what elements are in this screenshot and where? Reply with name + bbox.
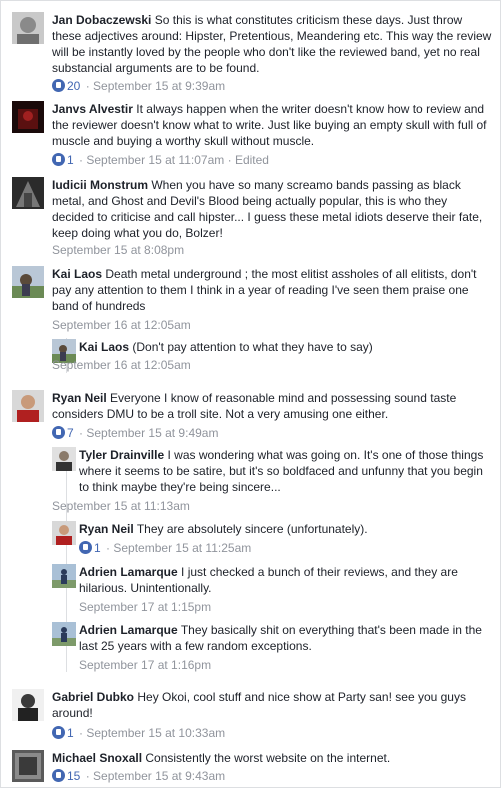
edited-label[interactable]: Edited [235,153,269,167]
avatar[interactable] [52,564,76,588]
like-count[interactable]: 1 [94,541,101,555]
author-name[interactable]: Adrien Lamarque [79,565,178,579]
author-name[interactable]: Adrien Lamarque [79,623,178,637]
timestamp[interactable]: September 17 at 1:15pm [79,600,211,614]
comment-text: They are absolutely sincere (unfortunate… [136,522,368,536]
comment-body: Gabriel Dubko Hey Okoi, cool stuff and n… [52,689,492,721]
avatar[interactable] [52,622,76,646]
comment-meta: 15 · September 15 at 9:43am [52,768,225,784]
timestamp[interactable]: September 16 at 12:05am [52,358,191,372]
comment-body: Michael Snoxall Consistently the worst w… [52,750,492,766]
author-name[interactable]: Kai Laos [79,340,129,354]
author-name[interactable]: Michael Snoxall [52,751,142,765]
avatar[interactable] [12,177,44,209]
avatar[interactable] [52,447,76,471]
comment-body: Adrien Lamarque They basically shit on e… [79,622,492,654]
comment-body: Tyler Drainville I was wondering what wa… [79,447,492,495]
comment-meta: 7 · September 15 at 9:49am [52,425,218,441]
timestamp[interactable]: September 15 at 11:13am [52,499,190,513]
author-name[interactable]: Kai Laos [52,267,102,281]
comment-text: (Don't pay attention to what they have t… [132,340,373,354]
reply: Kai Laos (Don't pay attention to what th… [52,339,492,373]
like-icon [52,426,65,439]
comment-body: Janvs Alvestir It always happen when the… [52,101,492,149]
comment-meta: September 17 at 1:15pm [79,599,211,615]
avatar[interactable] [52,521,76,545]
like-icon [52,726,65,739]
comment: Iudicii Monstrum When you have so many s… [12,177,492,259]
comment-meta: 1 · September 15 at 11:07am · Edited [52,152,269,168]
reply: Adrien Lamarque They basically shit on e… [52,622,492,672]
comment: Gabriel Dubko Hey Okoi, cool stuff and n… [12,689,492,741]
comment-meta: September 17 at 1:16pm [79,657,211,673]
reply: Adrien Lamarque I just checked a bunch o… [52,564,492,614]
comment-text: Death metal underground ; the most eliti… [52,267,477,313]
author-name[interactable]: Ryan Neil [79,522,134,536]
like-count[interactable]: 15 [67,769,80,783]
comment-body: Jan Dobaczewski So this is what constitu… [52,12,492,76]
like-icon [52,79,65,92]
comment-body: Kai Laos (Don't pay attention to what th… [79,339,492,355]
comment-body: Ryan Neil They are absolutely sincere (u… [79,521,492,537]
comment-text: Consistently the worst website on the in… [145,751,391,765]
comment-meta: September 16 at 12:05am [52,357,191,373]
timestamp[interactable]: September 15 at 9:43am [93,769,225,783]
author-name[interactable]: Tyler Drainville [79,448,164,462]
author-name[interactable]: Janvs Alvestir [52,102,133,116]
comment: Michael Snoxall Consistently the worst w… [12,750,492,786]
timestamp[interactable]: September 15 at 9:49am [86,426,218,440]
timestamp[interactable]: September 16 at 12:05am [52,318,191,332]
comment-body: Iudicii Monstrum When you have so many s… [52,177,492,241]
comment-meta: 1 · September 15 at 10:33am [52,725,225,741]
like-icon [79,541,92,554]
comment: Jan Dobaczewski So this is what constitu… [12,12,492,94]
comment-body: Adrien Lamarque I just checked a bunch o… [79,564,492,596]
avatar[interactable] [12,750,44,782]
timestamp[interactable]: September 15 at 11:07am [86,153,224,167]
comment-meta: September 16 at 12:05am [52,317,191,333]
author-name[interactable]: Gabriel Dubko [52,690,134,704]
like-count[interactable]: 1 [67,726,74,740]
comment: Ryan Neil Everyone I know of reasonable … [12,390,492,442]
like-icon [52,769,65,782]
comment-meta: 1 · September 15 at 11:25am [79,540,251,556]
author-name[interactable]: Jan Dobaczewski [52,13,151,27]
comment: Kai Laos Death metal underground ; the m… [12,266,492,334]
avatar[interactable] [12,101,44,133]
comment-meta: September 15 at 11:13am [52,498,190,514]
like-icon [52,153,65,166]
timestamp[interactable]: September 15 at 9:39am [93,79,225,93]
avatar[interactable] [12,12,44,44]
comment-meta: September 15 at 8:08pm [52,242,184,258]
comment-body: Kai Laos Death metal underground ; the m… [52,266,492,314]
avatar[interactable] [12,689,44,721]
comment-meta: 20 · September 15 at 9:39am [52,78,225,94]
timestamp[interactable]: September 15 at 10:33am [86,726,225,740]
timestamp[interactable]: September 15 at 11:25am [113,541,251,555]
avatar[interactable] [12,390,44,422]
author-name[interactable]: Iudicii Monstrum [52,178,148,192]
comment-body: Ryan Neil Everyone I know of reasonable … [52,390,492,422]
reply: Tyler Drainville I was wondering what wa… [52,447,492,513]
comment: Janvs Alvestir It always happen when the… [12,101,492,169]
timestamp[interactable]: September 15 at 8:08pm [52,243,184,257]
timestamp[interactable]: September 17 at 1:16pm [79,658,211,672]
comment-text: Everyone I know of reasonable mind and p… [52,391,457,421]
author-name[interactable]: Ryan Neil [52,391,107,405]
like-count[interactable]: 1 [67,153,74,167]
reply: Ryan Neil They are absolutely sincere (u… [52,521,492,557]
avatar[interactable] [12,266,44,298]
like-count[interactable]: 7 [67,426,74,440]
like-count[interactable]: 20 [67,79,80,93]
